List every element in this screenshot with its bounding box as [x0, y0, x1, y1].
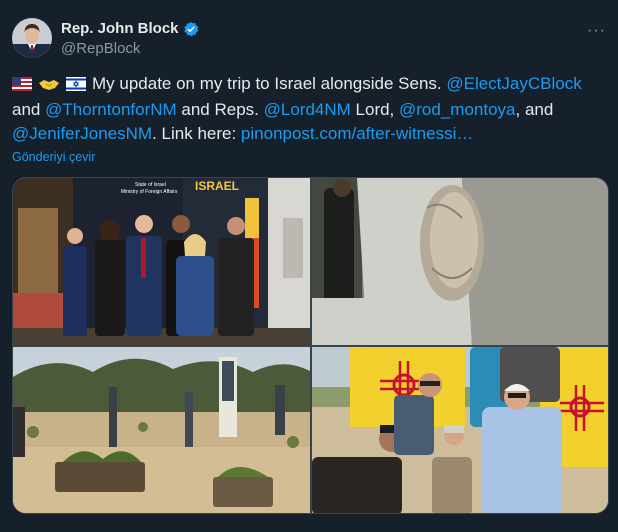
post-text-link-here: . Link here:: [152, 124, 241, 143]
media-photo-1[interactable]: State of Israel Ministry of Foreign Affa…: [13, 178, 310, 345]
article-link[interactable]: pinonpost.com/after-witnessi…: [241, 124, 473, 143]
sign-subtitle: Ministry of Foreign Affairs: [121, 189, 178, 195]
author-name-row: Rep. John Block: [61, 20, 199, 37]
author-name[interactable]: Rep. John Block: [61, 20, 179, 37]
media-photo-4[interactable]: [312, 347, 608, 513]
tweet: Rep. John Block @RepBlock ··· My update …: [0, 0, 618, 532]
post-text-and2: , and: [515, 100, 554, 119]
media-photo-2[interactable]: [312, 178, 608, 345]
verified-badge-icon: [183, 21, 198, 36]
post-text-reps: and Reps.: [176, 100, 264, 119]
handshake-icon: [38, 74, 60, 98]
post-text-intro: My update on my trip to Israel alongside…: [92, 74, 447, 93]
translate-post-button[interactable]: Gönderiyi çevir: [12, 150, 95, 164]
mention-jeniferjonesnm[interactable]: @JeniferJonesNM: [12, 124, 152, 143]
media-grid: State of Israel Ministry of Foreign Affa…: [12, 177, 609, 514]
us-flag-icon: [12, 74, 32, 98]
author-avatar[interactable]: [12, 18, 52, 58]
author-handle[interactable]: @RepBlock: [61, 40, 140, 57]
mention-lord4nm[interactable]: @Lord4NM: [264, 100, 351, 119]
sign-letters: ISRAEL: [195, 179, 239, 193]
post-text: My update on my trip to Israel alongside…: [12, 72, 608, 146]
post-text-lord: Lord,: [350, 100, 400, 119]
post-text-and1: and: [12, 100, 46, 119]
more-options-icon[interactable]: ···: [587, 22, 606, 40]
action-bar-edge: [0, 520, 618, 532]
media-photo-3[interactable]: [13, 347, 310, 513]
mention-rod-montoya[interactable]: @rod_montoya: [399, 100, 516, 119]
mention-electjaycblock[interactable]: @ElectJayCBlock: [446, 74, 581, 93]
sign-title: State of Israel: [135, 182, 166, 188]
mention-thorntonfornm[interactable]: @ThorntonforNM: [45, 100, 177, 119]
israel-flag-icon: [66, 74, 86, 98]
